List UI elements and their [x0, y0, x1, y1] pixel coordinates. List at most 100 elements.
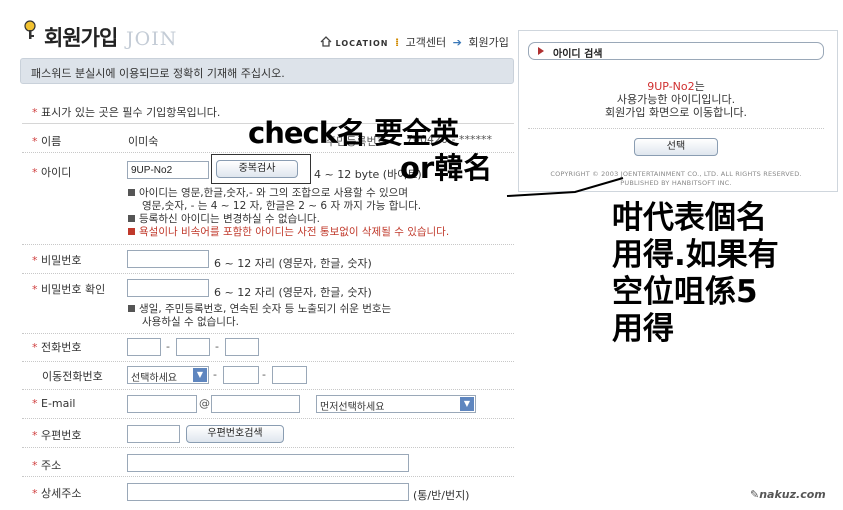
- zip-input[interactable]: [127, 425, 180, 443]
- popup-msg-3: 회원가입 화면으로 이동합니다.: [604, 106, 748, 119]
- row-divider: [22, 273, 514, 274]
- home-icon: [320, 36, 332, 47]
- annotation-note-2b: 用得.如果有: [612, 237, 779, 273]
- email-domain-select-value: 먼저선택하세요: [320, 402, 385, 413]
- required-star-icon: *: [32, 166, 38, 179]
- bullet-square-icon: [128, 305, 135, 312]
- mobile-prefix-select[interactable]: 선택하세요 ▼: [127, 366, 209, 384]
- chevron-down-icon[interactable]: ▼: [460, 397, 474, 411]
- at-sign: @: [199, 397, 210, 410]
- required-star-icon: *: [32, 429, 38, 442]
- row-divider: [22, 476, 514, 477]
- userid-info-1: 아이디는 영문,한글,숫자,- 와 그의 조합으로 사용할 수 있으며: [128, 187, 408, 199]
- required-star-icon: *: [32, 106, 38, 119]
- email-domain-select[interactable]: 먼저선택하세요 ▼: [316, 395, 476, 413]
- userid-input[interactable]: [127, 161, 209, 179]
- mobile-label: 이동전화번호: [42, 370, 103, 383]
- mobile-input-2[interactable]: [223, 366, 259, 384]
- dash-separator: -: [213, 368, 217, 381]
- userid-info-1b: 영문,숫자, - 는 4 ~ 12 자, 한글은 2 ~ 6 자 까지 가능 합…: [142, 200, 422, 212]
- password-info-b: 사용하실 수 없습니다.: [142, 316, 239, 328]
- address-detail-input[interactable]: [127, 483, 409, 501]
- annotation-note-2a: 咁代表個名: [612, 200, 767, 236]
- required-star-icon: *: [32, 254, 38, 267]
- popup-message: 9UP-No2는 사용가능한 아이디입니다. 회원가입 화면으로 이동합니다.: [528, 80, 824, 119]
- arrow-right-icon: ➔: [452, 36, 462, 49]
- row-divider: [22, 333, 514, 334]
- userid-label: * 아이디: [32, 166, 72, 179]
- mobile-input-3[interactable]: [272, 366, 307, 384]
- address-detail-label: * 상세주소: [32, 487, 82, 500]
- breadcrumb-separator-icon: ⁞: [394, 36, 400, 49]
- address-label: * 주소: [32, 459, 62, 472]
- popup-checked-id: 9UP-No2: [647, 80, 695, 93]
- phone-input-1[interactable]: [127, 338, 161, 356]
- row-divider: [22, 244, 514, 245]
- row-divider: [22, 389, 514, 390]
- required-star-icon: *: [32, 487, 38, 500]
- popup-msg-2: 사용가능한 아이디입니다.: [616, 93, 736, 106]
- password-confirm-input[interactable]: [127, 279, 209, 297]
- watermark-text: nakuz.com: [759, 488, 826, 501]
- annotation-arrow-line: [506, 177, 624, 197]
- notice-bar: 패스워드 분실시에 이용되므로 정확히 기재해 주십시오.: [20, 58, 514, 84]
- email-domain-input[interactable]: [211, 395, 300, 413]
- key-icon: [24, 20, 36, 39]
- required-note: * 표시가 있는 곳은 필수 기입항목입니다.: [32, 104, 220, 120]
- popup-msg-suffix: 는: [694, 80, 705, 93]
- page-title: 회원가입: [44, 26, 118, 50]
- location-label: LOCATION: [335, 39, 389, 48]
- select-button[interactable]: 선택: [634, 138, 718, 156]
- breadcrumb: LOCATION ⁞ 고객센터 ➔ 회원가입: [320, 34, 509, 50]
- dash-separator: -: [262, 368, 266, 381]
- bullet-square-icon: [128, 189, 135, 196]
- phone-input-2[interactable]: [176, 338, 210, 356]
- popup-title: 아이디 검색: [553, 49, 603, 60]
- required-star-icon: *: [32, 459, 38, 472]
- required-star-icon: *: [32, 397, 38, 410]
- n-logo-icon: ✎: [750, 488, 760, 501]
- password-confirm-label: * 비밀번호 확인: [32, 283, 106, 296]
- duplicate-check-button[interactable]: 중복검사: [216, 160, 298, 178]
- required-note-text: 표시가 있는 곳은 필수 기입항목입니다.: [41, 106, 221, 119]
- password-label: * 비밀번호: [32, 254, 82, 267]
- mobile-select-value: 선택하세요: [131, 373, 177, 384]
- password-input[interactable]: [127, 250, 209, 268]
- zip-label: * 우편번호: [32, 429, 82, 442]
- annotation-note-1b: or韓名: [400, 151, 493, 185]
- zip-search-button[interactable]: 우편번호검색: [186, 425, 284, 443]
- row-divider: [22, 361, 514, 362]
- popup-divider: [528, 128, 824, 129]
- phone-input-3[interactable]: [225, 338, 259, 356]
- bullet-square-icon: [128, 215, 135, 222]
- breadcrumb-customer-center[interactable]: 고객센터: [406, 36, 446, 49]
- required-star-icon: *: [32, 283, 38, 296]
- address-input[interactable]: [127, 454, 409, 472]
- name-value: 이미숙: [128, 135, 159, 148]
- email-local-input[interactable]: [127, 395, 197, 413]
- dash-separator: -: [215, 340, 219, 353]
- page-title-english: JOIN: [126, 28, 178, 50]
- userid-info-3: 욕설이나 비속어를 포함한 아이디는 사전 통보없이 삭제될 수 있습니다.: [128, 226, 449, 238]
- annotation-note-2c: 空位咀係5: [612, 274, 758, 310]
- annotation-note-2d: 用得: [612, 311, 674, 347]
- email-label: * E-mail: [32, 397, 76, 410]
- dash-separator: -: [166, 340, 170, 353]
- popup-title-bar: 아이디 검색: [528, 42, 824, 60]
- userid-info-2: 등록하신 아이디는 변경하실 수 없습니다.: [128, 213, 320, 225]
- phone-label: * 전화번호: [32, 341, 82, 354]
- triangle-right-icon: [538, 47, 544, 55]
- bullet-square-icon: [128, 228, 135, 235]
- breadcrumb-signup[interactable]: 회원가입: [468, 36, 508, 49]
- password-hint: 6 ~ 12 자리 (영문자, 한글, 숫자): [214, 257, 372, 270]
- watermark: ✎nakuz.com: [750, 488, 826, 501]
- name-label: * 이름: [32, 135, 62, 148]
- address-detail-hint: (통/반/번지): [413, 489, 470, 502]
- row-divider: [22, 418, 514, 419]
- annotation-note-2: 咁代表個名 用得.如果有 空位咀係5 用得: [612, 200, 779, 348]
- chevron-down-icon[interactable]: ▼: [193, 368, 207, 382]
- row-divider: [22, 447, 514, 448]
- password-confirm-hint: 6 ~ 12 자리 (영문자, 한글, 숫자): [214, 286, 372, 299]
- required-star-icon: *: [32, 341, 38, 354]
- password-info: 생일, 주민등록번호, 연속된 숫자 등 노출되기 쉬운 번호는: [128, 303, 391, 315]
